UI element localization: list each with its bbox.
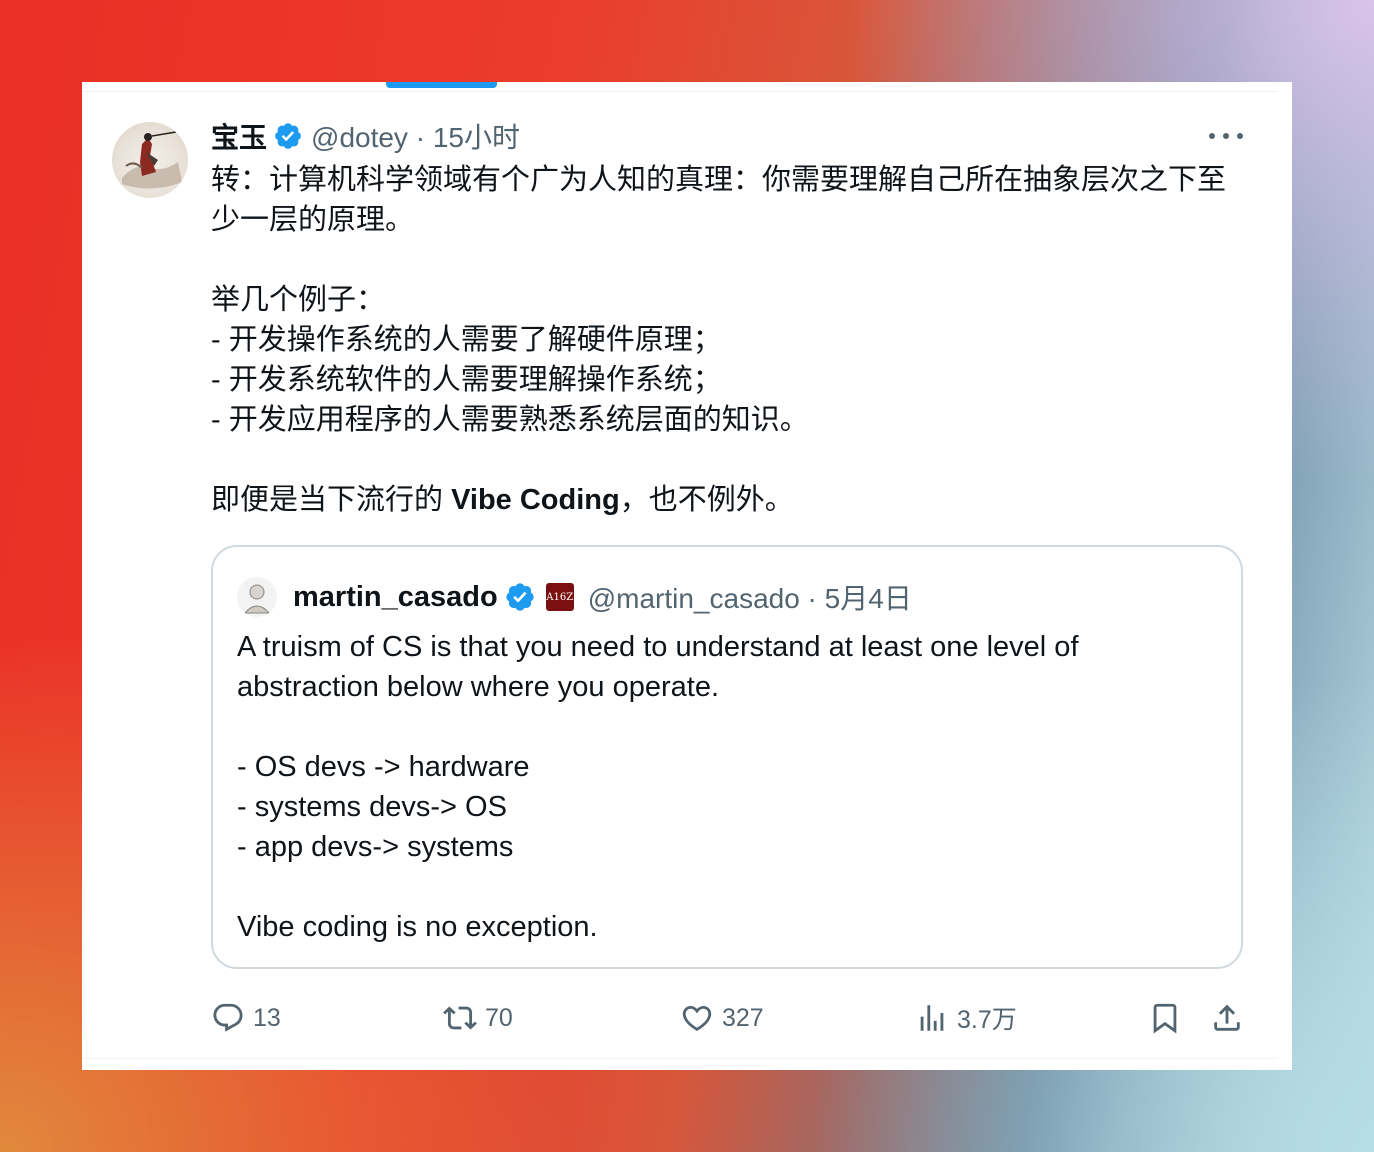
retweet-button[interactable]: 70 [443, 998, 513, 1038]
like-button[interactable]: 327 [680, 998, 764, 1038]
avatar[interactable] [112, 122, 188, 198]
quoted-text: A truism of CS is that you need to under… [237, 627, 1227, 947]
divider [82, 1058, 1278, 1059]
views-button[interactable]: 3.7万 [915, 998, 1017, 1038]
reply-icon [213, 1003, 243, 1032]
author-name[interactable]: 宝玉 [211, 116, 267, 156]
tweet-paragraph: - 开发应用程序的人需要熟悉系统层面的知识。 [211, 404, 809, 436]
share-icon [1214, 1004, 1240, 1031]
retweet-icon [443, 1006, 477, 1030]
share-button[interactable] [1210, 998, 1244, 1038]
tweet-header: 宝玉 @dotey · 15小时 [211, 118, 520, 154]
reply-button[interactable]: 13 [211, 998, 281, 1038]
quoted-paragraph: - OS devs -> hardware [237, 751, 530, 783]
tweet-paragraph: 转：计算机科学领域有个广为人知的真理：你需要理解自己所在抽象层次之下至少一层的原… [211, 164, 1227, 236]
quoted-paragraph: Vibe coding is no exception. [237, 911, 598, 943]
tweet-time[interactable]: 15小时 [433, 122, 520, 153]
retweet-count: 70 [485, 1003, 513, 1032]
views-count: 3.7万 [957, 1006, 1017, 1034]
divider [82, 91, 1278, 92]
quoted-author-name[interactable]: martin_casado [293, 581, 498, 614]
views-icon [920, 1005, 944, 1031]
quoted-avatar[interactable] [237, 577, 277, 617]
tweet-card: 宝玉 @dotey · 15小时 转：计算机科学领域有个广为人知的真理：你需要理… [82, 82, 1292, 1070]
verified-icon [273, 121, 303, 151]
like-count: 327 [722, 1003, 764, 1032]
quoted-date: 5月4日 [824, 583, 912, 614]
bookmark-icon [1153, 1003, 1177, 1034]
reply-count: 13 [253, 1003, 281, 1032]
tab-indicator [386, 82, 497, 88]
bookmark-button[interactable] [1148, 998, 1182, 1038]
quoted-paragraph: - app devs-> systems [237, 831, 514, 863]
tweet-paragraph: - 开发系统软件的人需要理解操作系统； [211, 364, 722, 396]
author-handle[interactable]: @dotey · 15小时 [311, 116, 520, 156]
affiliation-badge[interactable]: A16Z [545, 583, 574, 611]
quoted-paragraph: - systems devs-> OS [237, 791, 507, 823]
quoted-header: martin_casado A16Z @martin_casado · 5月4日 [237, 577, 912, 617]
quoted-author-handle[interactable]: @martin_casado · 5月4日 [588, 577, 912, 617]
quoted-paragraph: A truism of CS is that you need to under… [237, 631, 1079, 703]
tweet-text: 转：计算机科学领域有个广为人知的真理：你需要理解自己所在抽象层次之下至少一层的原… [211, 160, 1251, 520]
verified-icon [504, 581, 536, 613]
more-icon[interactable] [1209, 122, 1243, 150]
tweet-paragraph: 即便是当下流行的 Vibe Coding，也不例外。 [211, 484, 794, 516]
action-bar: 13 70 327 3.7万 [211, 998, 1243, 1038]
like-icon [682, 1005, 712, 1031]
tweet-paragraph: 举几个例子： [211, 284, 386, 316]
tweet-paragraph: - 开发操作系统的人需要了解硬件原理； [211, 324, 722, 356]
quoted-tweet[interactable]: martin_casado A16Z @martin_casado · 5月4日… [211, 545, 1243, 969]
